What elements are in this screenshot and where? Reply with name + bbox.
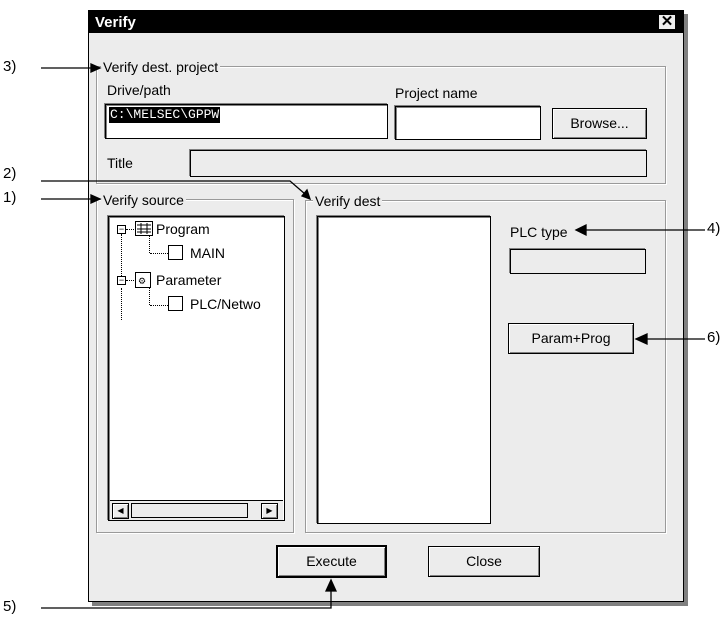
callout-arrow-5 [324, 578, 338, 592]
callout-label-3: 3) [3, 58, 17, 75]
callout-arrow-4 [574, 223, 587, 237]
callout-arrow-6 [634, 332, 648, 346]
callout-label-6: 6) [707, 329, 721, 346]
callout-label-4: 4) [707, 220, 721, 237]
callout-label-5: 5) [3, 598, 17, 615]
callout-arrow-1 [90, 193, 102, 205]
callout-arrow-3 [90, 62, 102, 74]
callout-arrows [41, 62, 705, 609]
callout-label-2: 2) [3, 165, 17, 182]
callout-arrow-2 [300, 188, 312, 201]
callout-label-1: 1) [3, 189, 17, 206]
